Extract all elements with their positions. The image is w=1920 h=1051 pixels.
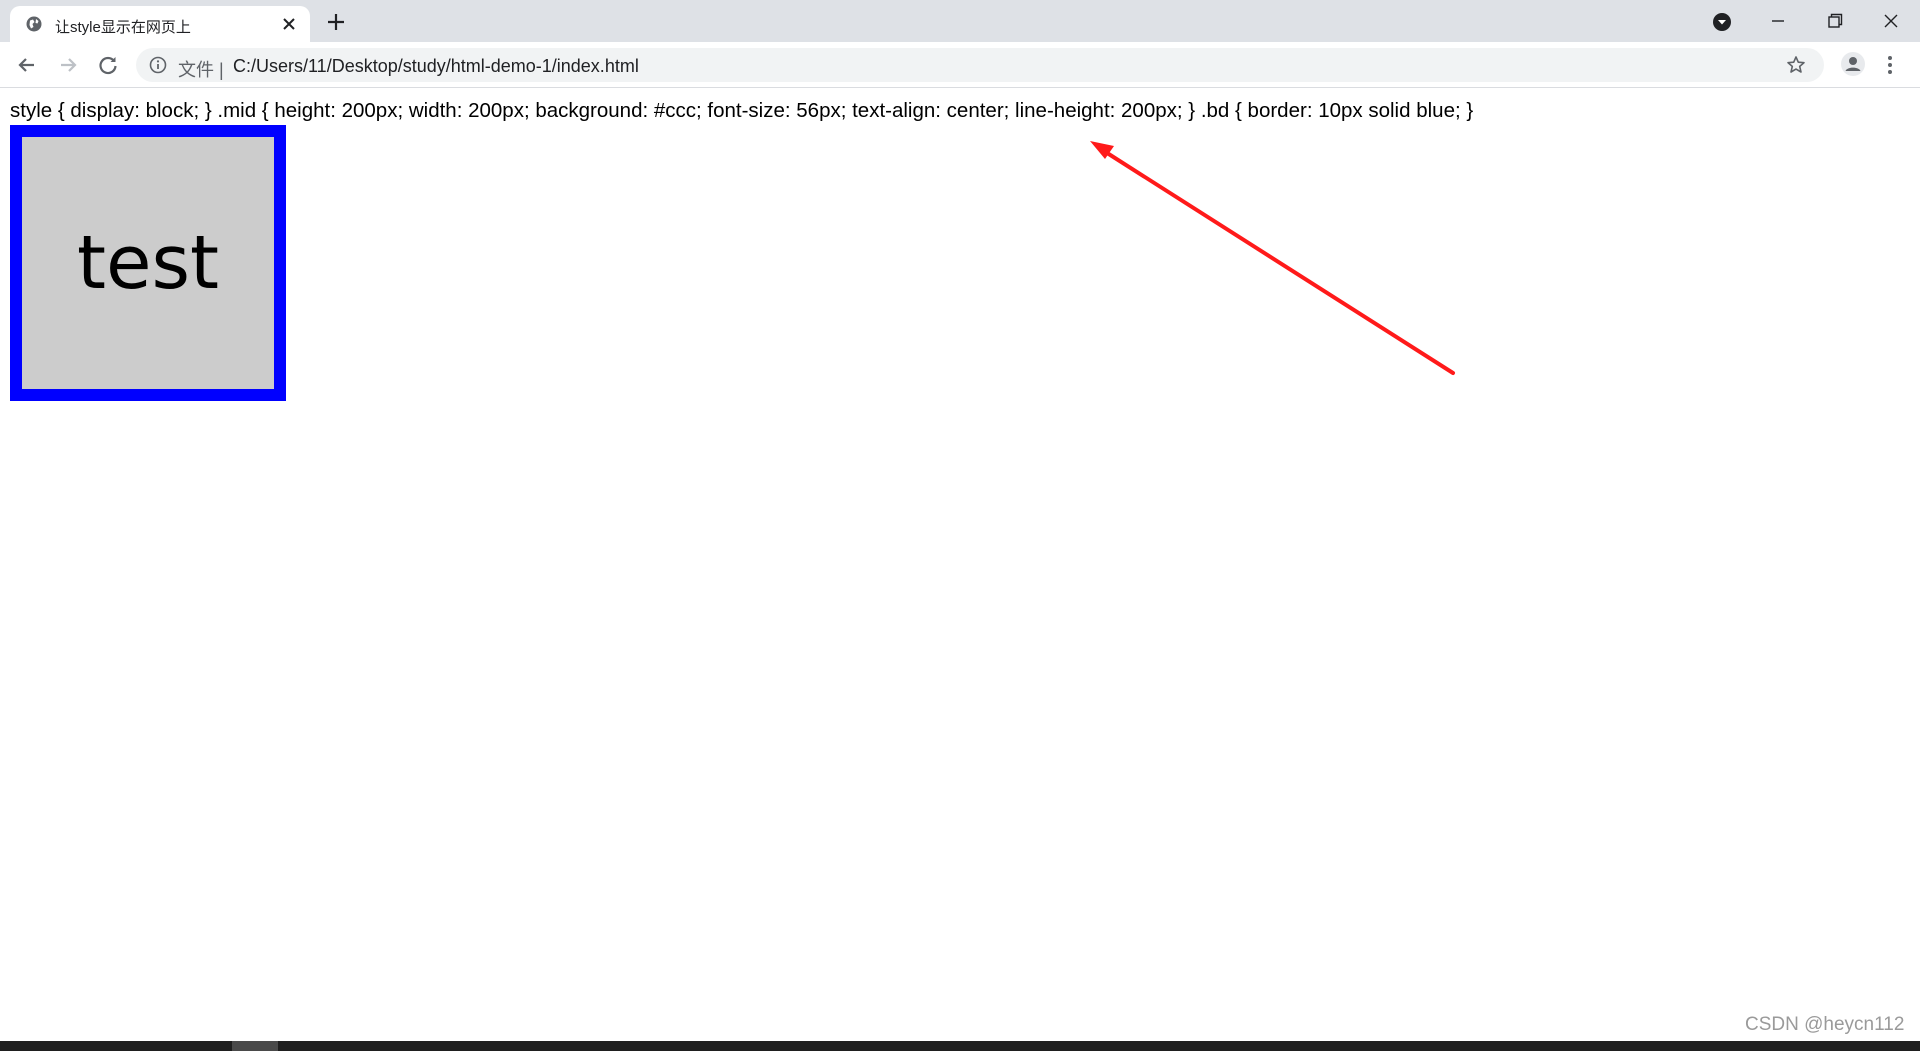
reload-icon[interactable] <box>94 51 122 79</box>
forward-arrow-icon[interactable] <box>54 51 82 79</box>
test-box: test <box>10 125 286 401</box>
globe-icon <box>26 16 42 32</box>
bookmark-star-icon[interactable] <box>1786 55 1806 75</box>
page-content: style { display: block; } .mid { height:… <box>0 89 1920 1041</box>
tab-search-dropdown-icon[interactable] <box>1712 12 1732 32</box>
test-box-label: test <box>76 220 220 306</box>
url-scheme-label: 文件 | <box>178 60 224 80</box>
back-arrow-icon[interactable] <box>13 51 41 79</box>
url-text[interactable]: C:/Users/11/Desktop/study/html-demo-1/in… <box>233 56 639 77</box>
browser-tab[interactable]: 让style显示在网页上 <box>10 6 310 42</box>
maximize-icon[interactable] <box>1822 8 1848 34</box>
tab-title: 让style显示在网页上 <box>55 19 191 36</box>
close-icon[interactable] <box>280 15 298 33</box>
account-icon[interactable] <box>1840 51 1866 77</box>
window-close-icon[interactable] <box>1878 8 1904 34</box>
info-icon[interactable] <box>149 56 167 74</box>
tab-strip: 让style显示在网页上 <box>0 0 1920 42</box>
new-tab-plus-icon[interactable] <box>325 11 347 33</box>
red-annotation-arrow <box>1090 141 1455 375</box>
taskbar-active-item[interactable] <box>232 1041 278 1051</box>
more-vert-icon[interactable] <box>1882 51 1898 79</box>
address-bar[interactable]: 文件 | C:/Users/11/Desktop/study/html-demo… <box>136 48 1824 82</box>
taskbar <box>0 1041 1920 1051</box>
browser-toolbar: 文件 | C:/Users/11/Desktop/study/html-demo… <box>0 42 1920 88</box>
watermark: CSDN @heycn112 <box>1745 1014 1905 1035</box>
minimize-icon[interactable] <box>1765 8 1791 34</box>
